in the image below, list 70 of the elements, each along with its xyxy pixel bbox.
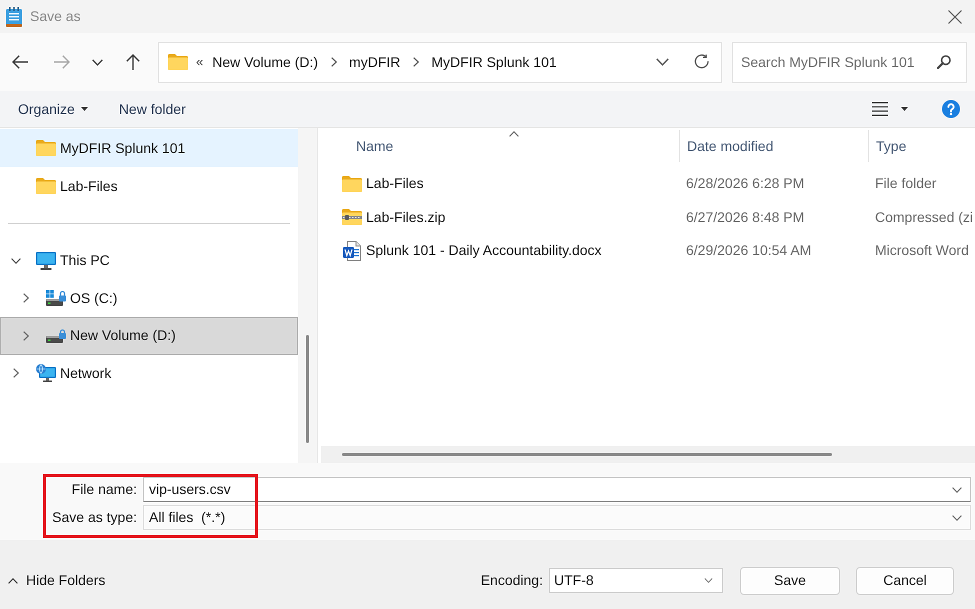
zip-folder-icon <box>342 209 362 226</box>
dialog-button[interactable]: Save <box>740 566 840 594</box>
chevron-right-icon[interactable] <box>23 330 29 341</box>
type-cell-text: Microsoft Word <box>874 241 969 260</box>
scrollbar-thumb[interactable] <box>342 453 832 456</box>
encoding-dropdown[interactable]: UTF-8 <box>549 568 723 593</box>
chevron-down-icon[interactable] <box>704 578 713 583</box>
column-header[interactable]: Type <box>868 130 975 162</box>
date-modified-cell-text: 6/28/2026 6:28 PM <box>685 174 806 194</box>
sidebar-item[interactable]: New Volume (D:) <box>0 317 298 354</box>
folder-icon <box>342 176 362 192</box>
forward-arrow-icon <box>54 55 70 69</box>
chevron-right-icon[interactable] <box>413 57 420 67</box>
notepad-icon <box>6 6 22 26</box>
type-cell-text: File folder <box>874 174 936 194</box>
field-label: Save as type: <box>51 508 137 527</box>
chevron-up-icon <box>8 578 18 584</box>
caret-down-icon <box>901 107 908 111</box>
back-arrow-icon <box>12 55 28 69</box>
chevron-down-icon <box>92 58 102 66</box>
up-arrow-icon <box>126 54 140 70</box>
breadcrumb-link[interactable]: MyDFIR Splunk 101 <box>431 52 557 72</box>
chevron-down-icon[interactable] <box>656 58 669 66</box>
folder-icon <box>36 178 56 194</box>
drive-icon <box>46 328 66 343</box>
close-icon[interactable] <box>948 10 962 24</box>
list-view-icon <box>872 102 888 116</box>
breadcrumb-link[interactable]: New Volume (D:) <box>212 52 318 72</box>
date-modified-cell-text: 6/27/2026 8:48 PM <box>685 208 806 227</box>
help-icon[interactable] <box>942 100 960 118</box>
file-name-item[interactable]: Splunk 101 - Daily Accountability.docx <box>320 240 679 262</box>
folder-icon <box>36 140 56 156</box>
monitor-icon <box>36 252 56 270</box>
type-cell-text: Compressed (zi <box>874 208 974 227</box>
windows-drive-icon <box>46 290 66 306</box>
chevron-right-icon[interactable] <box>23 293 29 304</box>
toolbar-button[interactable]: New folder <box>112 94 192 124</box>
file-name-item[interactable]: Lab-Files <box>320 173 679 194</box>
chevron-right-icon[interactable] <box>331 57 338 67</box>
chevron-down-icon[interactable] <box>952 486 962 492</box>
sidebar-item[interactable]: MyDFIR Splunk 101 <box>0 129 298 167</box>
chevron-down-icon[interactable] <box>11 258 21 264</box>
dialog-button[interactable]: Cancel <box>856 566 954 594</box>
search-field[interactable]: Search MyDFIR Splunk 101 <box>732 42 967 82</box>
sort-ascending-icon <box>508 131 518 137</box>
sidebar-item[interactable]: Network <box>0 354 298 392</box>
overflow-button[interactable]: « <box>196 52 204 72</box>
file-name-field[interactable]: vip-users.csv <box>143 477 971 502</box>
file-name-item[interactable]: Lab-Files.zip <box>320 206 679 228</box>
word-document-icon <box>343 240 361 261</box>
refresh-icon[interactable] <box>694 54 710 70</box>
encoding-label: Encoding: <box>480 571 543 590</box>
column-header[interactable]: Date modified <box>679 130 868 162</box>
date-modified-cell-text: 6/29/2026 10:54 AM <box>685 241 812 260</box>
scrollbar-thumb[interactable] <box>306 335 309 443</box>
hide-folders-button[interactable]: Hide Folders <box>4 566 110 594</box>
sidebar-item[interactable]: OS (C:) <box>0 280 298 317</box>
folder-icon <box>168 54 188 70</box>
column-header[interactable]: Name <box>348 130 679 162</box>
sidebar-item[interactable]: This PC <box>0 242 298 280</box>
chevron-right-icon[interactable] <box>13 368 19 378</box>
toolbar-button[interactable]: Organize <box>12 94 94 124</box>
breadcrumb-link[interactable]: myDFIR <box>349 52 400 72</box>
address-bar[interactable]: « New Volume (D:) myDFIR MyDFIR Splunk 101 <box>158 42 722 82</box>
field-label: File name: <box>70 480 137 499</box>
save-as-type-dropdown[interactable]: All files (*.*) <box>143 505 971 530</box>
chevron-down-icon[interactable] <box>952 514 962 520</box>
window-title: Save as <box>30 7 81 26</box>
network-icon <box>36 364 56 382</box>
search-icon[interactable] <box>937 55 951 69</box>
